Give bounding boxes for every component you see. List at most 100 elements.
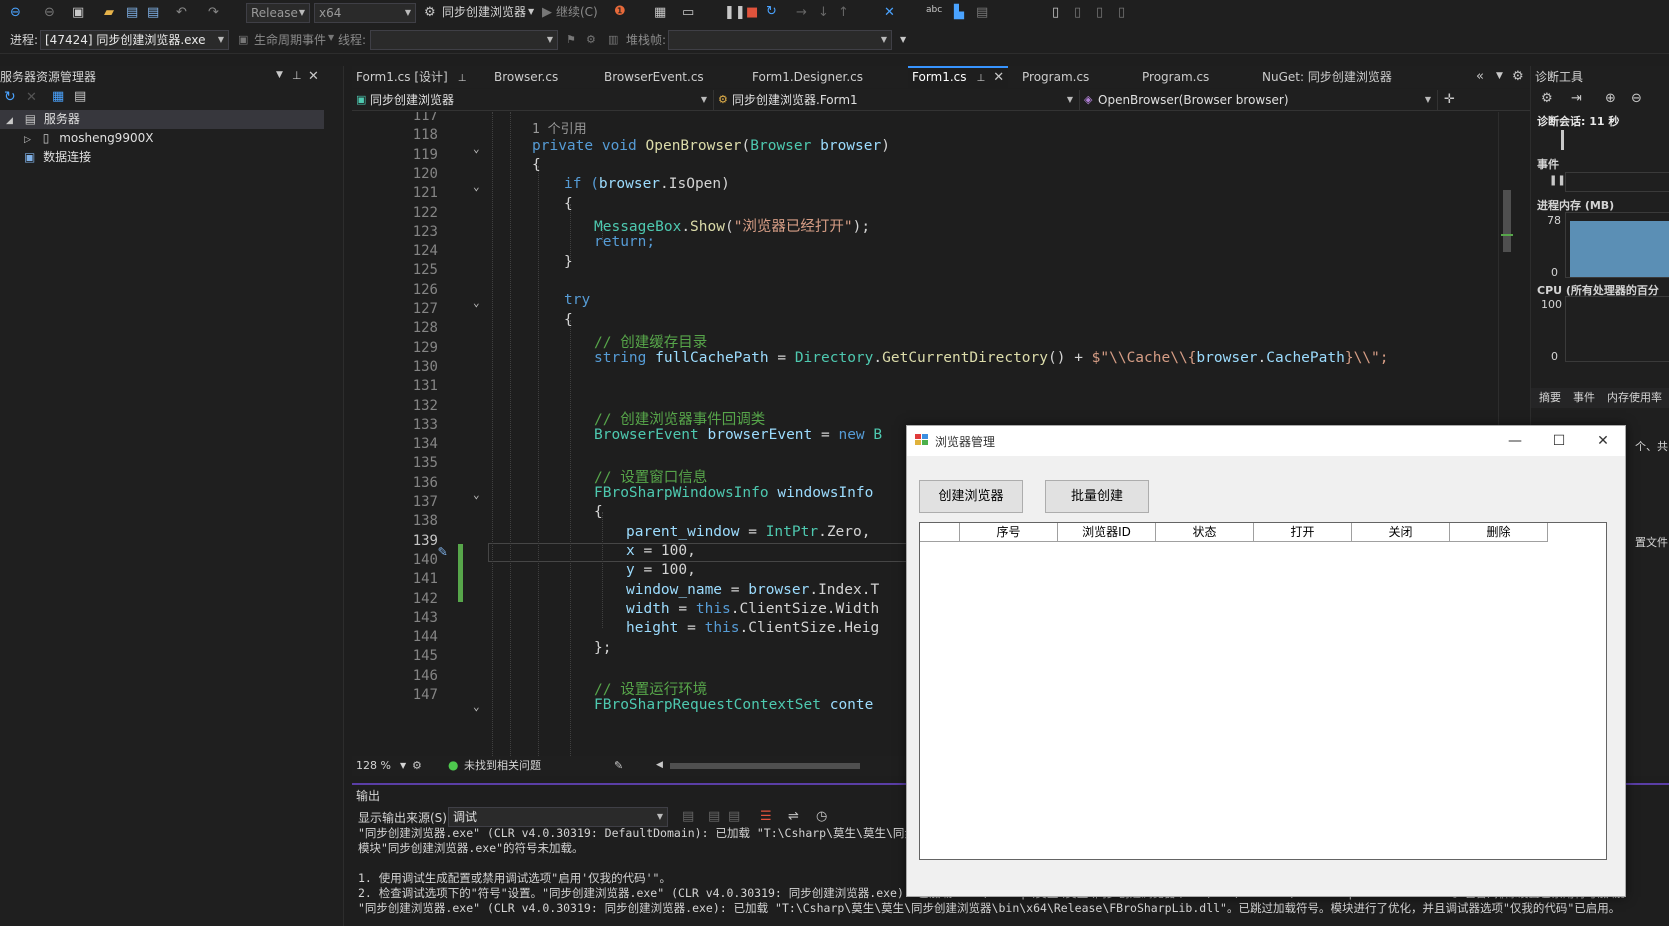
- next-message-icon[interactable]: ▤: [728, 810, 740, 823]
- grid-row-header[interactable]: [920, 523, 960, 542]
- export-icon[interactable]: ⇥: [1571, 92, 1582, 105]
- step-into-icon[interactable]: ↓: [818, 6, 829, 19]
- timestamp-icon[interactable]: ◷: [816, 810, 827, 823]
- word-wrap-icon[interactable]: ⇌: [788, 810, 799, 823]
- chevron-down-icon[interactable]: ▼: [528, 8, 534, 16]
- toolbar-overflow-icon[interactable]: ▼: [900, 36, 906, 44]
- fold-icon[interactable]: ⌄: [473, 700, 480, 713]
- browser-grid[interactable]: 序号 浏览器ID 状态 打开 关闭 删除: [919, 522, 1607, 860]
- tab-program-2[interactable]: Program.cs: [1138, 66, 1256, 88]
- tab-summary[interactable]: 摘要: [1539, 388, 1561, 408]
- tab-browserevent[interactable]: BrowserEvent.cs: [600, 66, 738, 88]
- zoom-out-icon[interactable]: ⊖: [1631, 92, 1642, 105]
- tree-item-machine[interactable]: ▷ ▯ mosheng9900X: [0, 129, 324, 148]
- scrollbar-thumb[interactable]: [1503, 190, 1511, 252]
- tree-item-data-connections[interactable]: ▣ 数据连接: [0, 148, 324, 167]
- tab-browser[interactable]: Browser.cs: [490, 66, 596, 88]
- expand-icon[interactable]: ▷: [24, 136, 31, 145]
- connect-server-icon[interactable]: ▤: [74, 90, 86, 103]
- tab-form1-design[interactable]: Form1.cs [设计] ⊥: [352, 66, 486, 88]
- indent-icon[interactable]: ▙: [954, 6, 964, 19]
- close-icon[interactable]: ✕: [1581, 426, 1625, 456]
- fold-icon[interactable]: ⌄: [473, 180, 480, 193]
- bookmark-next-icon[interactable]: ▯: [1096, 6, 1103, 19]
- gear-icon[interactable]: ⚙: [424, 6, 436, 19]
- pause-icon[interactable]: ❚❚: [1549, 176, 1566, 186]
- gear-icon[interactable]: ⚙: [1512, 70, 1524, 83]
- tab-form1[interactable]: Form1.cs ⊥ ✕: [908, 66, 1008, 88]
- pin-icon[interactable]: ⊥: [458, 74, 467, 84]
- close-icon[interactable]: ✕: [308, 70, 319, 83]
- codelens-references[interactable]: 1 个引用: [532, 118, 587, 137]
- tree-item-servers[interactable]: ◢ ▤ 服务器: [0, 110, 324, 129]
- split-editor-icon[interactable]: ✛: [1444, 93, 1455, 106]
- back-icon[interactable]: ⊖: [10, 6, 21, 19]
- thread-filter-icon[interactable]: ⚙: [586, 34, 596, 45]
- find-message-icon[interactable]: ▤: [682, 810, 694, 823]
- batch-create-button[interactable]: 批量创建: [1045, 480, 1149, 513]
- tab-form1-designer[interactable]: Form1.Designer.cs: [748, 66, 896, 88]
- fold-icon[interactable]: ⌄: [473, 488, 480, 501]
- chevron-down-icon[interactable]: ▼: [1496, 72, 1503, 81]
- spellcheck-icon[interactable]: abc: [926, 6, 942, 15]
- bookmark-clear-icon[interactable]: ▯: [1118, 6, 1125, 19]
- fold-icon[interactable]: ⌄: [473, 296, 480, 309]
- continue-button[interactable]: 继续(C): [556, 2, 598, 22]
- continue-icon[interactable]: ▶: [542, 6, 552, 19]
- clear-all-icon[interactable]: ☰: [760, 810, 772, 823]
- member-combo[interactable]: OpenBrowser(Browser browser) ▼: [1080, 90, 1438, 110]
- bookmark-prev-icon[interactable]: ▯: [1074, 6, 1081, 19]
- zoom-in-icon[interactable]: ⊕: [1605, 92, 1616, 105]
- layout-icon[interactable]: ▭: [682, 6, 694, 19]
- column-header-status[interactable]: 状态: [1156, 523, 1254, 542]
- save-icon[interactable]: ▤: [126, 6, 138, 19]
- browse-icon[interactable]: ▦: [654, 6, 666, 19]
- fold-icon[interactable]: ⌄: [473, 142, 480, 155]
- hot-reload-icon[interactable]: ❶: [614, 5, 626, 18]
- breakpoint-config-icon[interactable]: ✕: [884, 6, 895, 19]
- flag-icon[interactable]: ⚑: [566, 34, 576, 45]
- column-header-delete[interactable]: 删除: [1450, 523, 1548, 542]
- window-titlebar[interactable]: 浏览器管理 — ☐ ✕: [907, 426, 1625, 456]
- process-combo[interactable]: [47424] 同步创建浏览器.exe ▼: [40, 30, 229, 50]
- scroll-left-icon[interactable]: ◀: [656, 761, 663, 770]
- step-out-icon[interactable]: ↑: [838, 6, 849, 19]
- events-section-label[interactable]: 事件: [1537, 156, 1559, 172]
- scroll-tabs-icon[interactable]: «: [1476, 70, 1484, 83]
- config-combo[interactable]: Release ▼: [246, 3, 310, 23]
- open-folder-icon[interactable]: ▰: [104, 6, 114, 19]
- new-project-icon[interactable]: ▣: [72, 6, 84, 19]
- split-icon[interactable]: ▥: [608, 34, 618, 45]
- column-header-index[interactable]: 序号: [960, 523, 1058, 542]
- pin-icon[interactable]: ⊥: [977, 74, 986, 84]
- stackframe-combo[interactable]: ▼: [668, 30, 892, 50]
- tab-program-1[interactable]: Program.cs: [1018, 66, 1134, 88]
- refresh-icon[interactable]: ↻: [4, 90, 16, 104]
- lifecycle-events-button[interactable]: 生命周期事件: [254, 30, 326, 50]
- start-target-button[interactable]: 同步创建浏览器: [442, 2, 526, 22]
- minimize-icon[interactable]: —: [1493, 426, 1537, 456]
- forward-icon[interactable]: ⊖: [44, 6, 55, 19]
- lifecycle-icon[interactable]: ▣: [238, 34, 248, 45]
- comment-icon[interactable]: ▤: [976, 6, 988, 19]
- zoom-level[interactable]: 128 %: [356, 756, 391, 776]
- intellicode-icon[interactable]: ⚙: [412, 760, 422, 771]
- issues-status[interactable]: 未找到相关问题: [464, 756, 541, 776]
- undo-icon[interactable]: ↶: [176, 6, 187, 19]
- create-browser-button[interactable]: 创建浏览器: [919, 480, 1023, 513]
- summary-link-fragment[interactable]: 置文件: [1635, 534, 1668, 550]
- cleanup-icon[interactable]: ✎: [614, 760, 623, 771]
- timeline-cursor[interactable]: [1561, 130, 1564, 150]
- stop-refresh-icon[interactable]: ✕: [26, 91, 37, 104]
- bookmark-icon[interactable]: ▯: [1052, 6, 1059, 19]
- chevron-down-icon[interactable]: ▼: [400, 756, 406, 776]
- gear-icon[interactable]: ⚙: [1541, 92, 1553, 105]
- restart-icon[interactable]: ↻: [766, 5, 777, 18]
- chevron-down-icon[interactable]: ▼: [276, 71, 283, 80]
- column-header-open[interactable]: 打开: [1254, 523, 1352, 542]
- redo-icon[interactable]: ↷: [208, 6, 219, 19]
- maximize-icon[interactable]: ☐: [1537, 426, 1581, 456]
- quick-action-icon[interactable]: ✎: [438, 542, 447, 560]
- platform-combo[interactable]: x64 ▼: [314, 3, 416, 23]
- project-combo[interactable]: 同步创建浏览器 ▼: [352, 90, 714, 110]
